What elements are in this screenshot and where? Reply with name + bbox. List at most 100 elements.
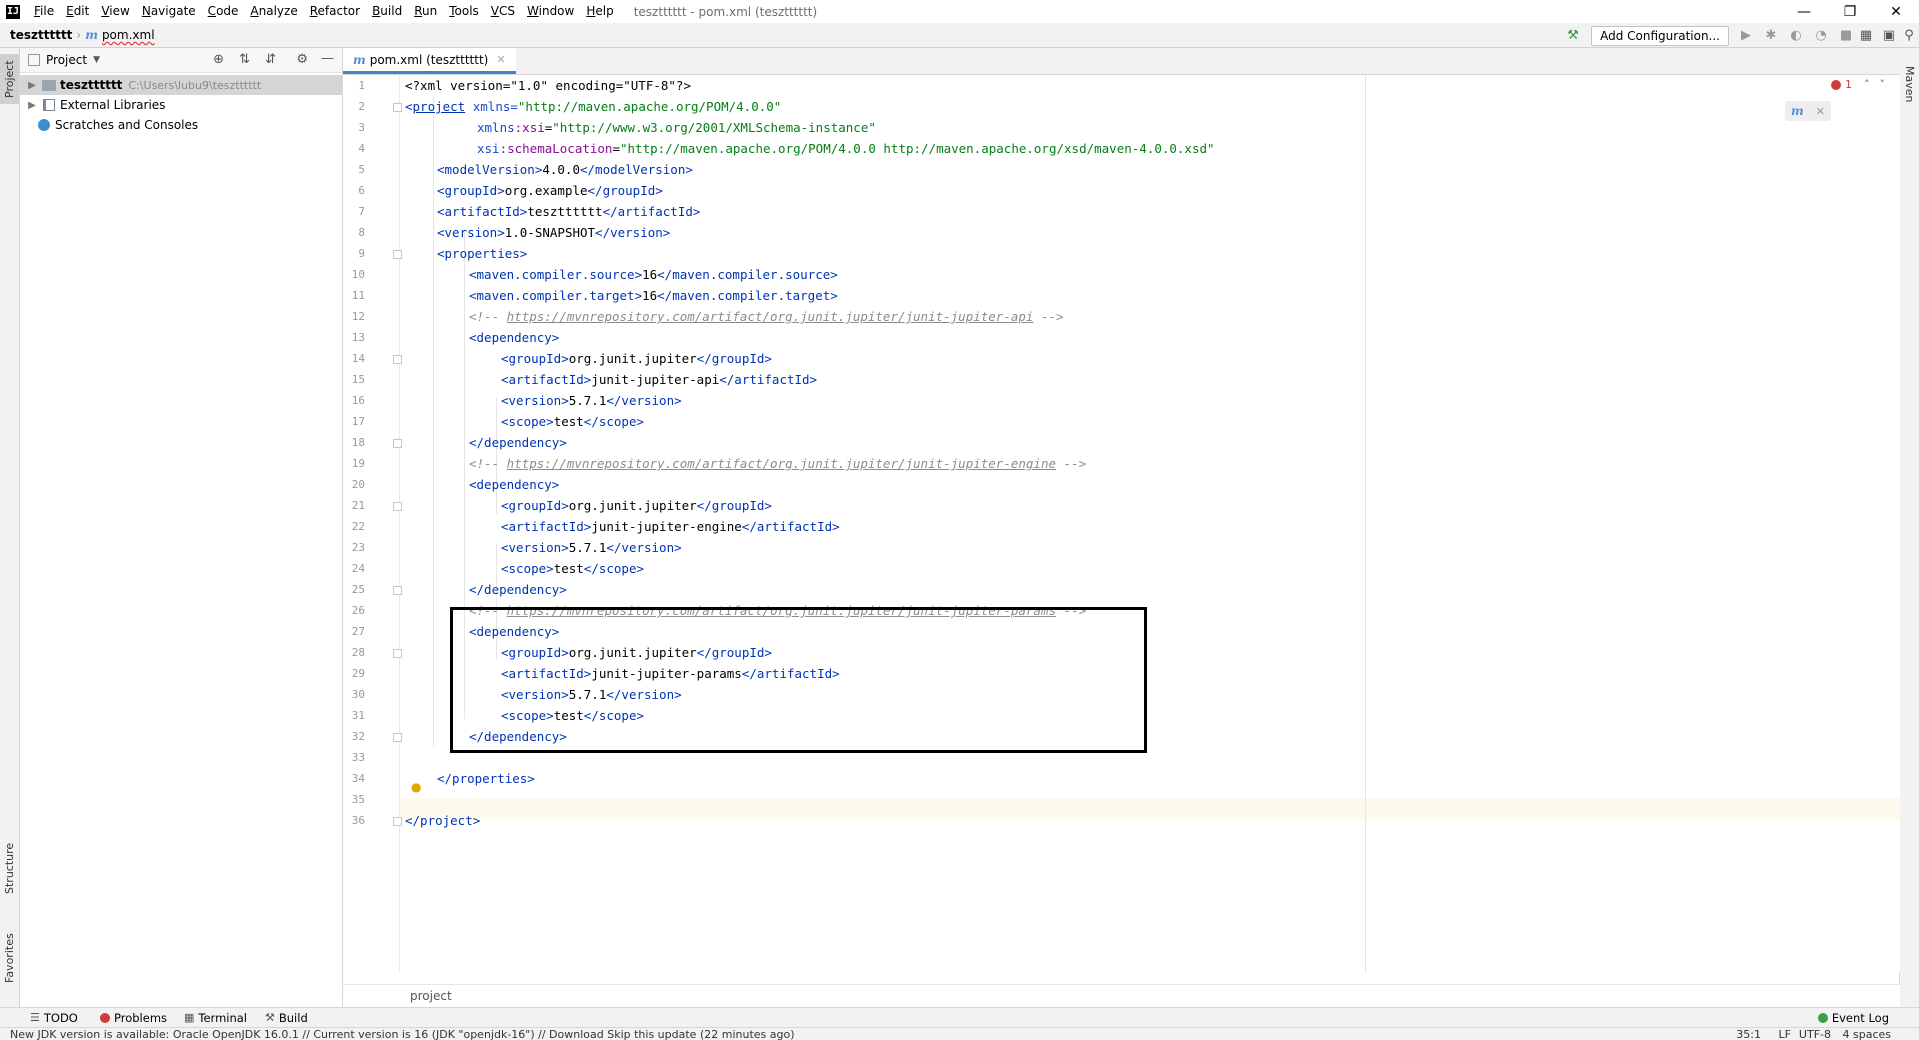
line-number: 11 bbox=[351, 289, 365, 302]
breadcrumb-project-tag[interactable]: project bbox=[410, 989, 452, 1003]
build-hammer-icon[interactable]: ⚒ bbox=[1565, 27, 1581, 43]
layout-icon[interactable]: ▣ bbox=[1881, 27, 1897, 43]
menu-window[interactable]: Window bbox=[521, 0, 580, 23]
fold-marker-icon[interactable] bbox=[393, 502, 402, 511]
tab-build[interactable]: ⚒ Build bbox=[265, 1008, 308, 1028]
inspection-widget[interactable]: 1 ˄ ˅ bbox=[1831, 78, 1885, 91]
line-number: 29 bbox=[351, 667, 365, 680]
maven-tool-tab[interactable]: Maven bbox=[1900, 54, 1919, 114]
coverage-icon[interactable]: ◐ bbox=[1788, 27, 1804, 43]
add-configuration-button[interactable]: Add Configuration... bbox=[1591, 26, 1729, 46]
debug-icon[interactable]: ✱ bbox=[1763, 27, 1779, 43]
line-number: 12 bbox=[351, 310, 365, 323]
current-line-highlight bbox=[343, 798, 1900, 819]
chevron-right-icon[interactable]: ▶ bbox=[26, 80, 38, 91]
close-window-button[interactable]: ✕ bbox=[1873, 0, 1919, 23]
run-icon[interactable]: ▶ bbox=[1738, 27, 1754, 43]
tab-todo[interactable]: ☰ TODO bbox=[30, 1008, 78, 1028]
menu-tools[interactable]: Tools bbox=[443, 0, 485, 23]
window-title: tesztttttt - pom.xml (tesztttttt) bbox=[633, 4, 818, 19]
tab-label: Problems bbox=[114, 1011, 168, 1025]
chevron-down-icon[interactable]: ˅ bbox=[1880, 78, 1886, 91]
stop-icon[interactable]: ■ bbox=[1838, 27, 1854, 43]
line-number: 23 bbox=[351, 541, 365, 554]
error-icon bbox=[100, 1013, 110, 1023]
close-icon[interactable]: ✕ bbox=[496, 53, 505, 66]
menu-refactor[interactable]: Refactor bbox=[304, 0, 366, 23]
lightbulb-icon[interactable]: ● bbox=[411, 780, 421, 794]
line-number: 36 bbox=[351, 814, 365, 827]
collapse-all-icon[interactable]: ⇵ bbox=[265, 52, 276, 67]
menu-navigate[interactable]: Navigate bbox=[136, 0, 202, 23]
event-log-label: Event Log bbox=[1831, 1011, 1889, 1025]
fold-marker-icon[interactable] bbox=[393, 817, 402, 826]
menu-build[interactable]: Build bbox=[366, 0, 408, 23]
menu-file[interactable]: File bbox=[28, 0, 60, 23]
code-editor[interactable]: 1 2 3 4 5 6 7 8 9 10 11 12 13 14 15 16 1… bbox=[343, 75, 1900, 973]
file-encoding[interactable]: UTF-8 bbox=[1799, 1028, 1831, 1040]
tree-item-external-libraries[interactable]: ▶ External Libraries bbox=[20, 95, 342, 115]
fold-marker-icon[interactable] bbox=[393, 733, 402, 742]
profile-icon[interactable]: ◔ bbox=[1813, 27, 1829, 43]
maven-reload-icon[interactable]: m bbox=[1791, 104, 1804, 118]
folder-icon bbox=[42, 79, 56, 91]
menu-edit[interactable]: Edit bbox=[60, 0, 95, 23]
line-number: 5 bbox=[358, 163, 365, 176]
expand-all-icon[interactable]: ⇅ bbox=[239, 52, 250, 67]
breadcrumb-project[interactable]: tesztttttt bbox=[10, 28, 72, 42]
fold-marker-icon[interactable] bbox=[393, 355, 402, 364]
search-icon[interactable]: ⚲ bbox=[1901, 27, 1917, 43]
code-line: <artifactId>junit-jupiter-engine</artifa… bbox=[501, 519, 840, 534]
code-line: </project> bbox=[405, 813, 481, 828]
line-number: 10 bbox=[351, 268, 365, 281]
close-icon[interactable]: ✕ bbox=[1816, 105, 1825, 118]
structure-tool-tab[interactable]: Structure bbox=[0, 838, 19, 898]
minimize-button[interactable]: — bbox=[1781, 0, 1827, 23]
caret-position[interactable]: 35:1 bbox=[1736, 1028, 1761, 1040]
project-tool-tab[interactable]: Project bbox=[0, 54, 19, 104]
line-number: 8 bbox=[358, 226, 365, 239]
comment-link[interactable]: https://mvnrepository.com/artifact/org.j… bbox=[507, 456, 1056, 471]
menu-analyze[interactable]: Analyze bbox=[244, 0, 303, 23]
menu-view[interactable]: View bbox=[95, 0, 135, 23]
menu-run[interactable]: Run bbox=[408, 0, 443, 23]
fold-marker-icon[interactable] bbox=[393, 586, 402, 595]
hide-panel-icon[interactable]: — bbox=[321, 51, 334, 66]
locate-file-icon[interactable]: ⊕ bbox=[213, 52, 224, 67]
right-margin-guide bbox=[1365, 75, 1366, 973]
tab-problems[interactable]: Problems bbox=[100, 1008, 167, 1028]
restore-button[interactable]: ❐ bbox=[1827, 0, 1873, 23]
menu-code[interactable]: Code bbox=[202, 0, 245, 23]
favorites-tool-tab[interactable]: Favorites bbox=[0, 928, 19, 988]
project-view-icon bbox=[28, 54, 40, 66]
chevron-right-icon[interactable]: ▶ bbox=[26, 100, 38, 111]
menu-vcs[interactable]: VCS bbox=[485, 0, 521, 23]
breadcrumb-file[interactable]: pom.xml bbox=[102, 28, 155, 42]
project-structure-icon[interactable]: ▦ bbox=[1858, 27, 1874, 43]
status-message[interactable]: New JDK version is available: Oracle Ope… bbox=[10, 1028, 795, 1040]
event-log-button[interactable]: Event Log bbox=[1817, 1008, 1889, 1028]
gear-icon[interactable]: ⚙ bbox=[296, 52, 308, 67]
code-line: <artifactId>tesztttttt</artifactId> bbox=[437, 204, 701, 219]
project-panel: Project ▼ ⊕ ⇅ ⇵ ⚙ — ▶ tesztttttt C:\User… bbox=[20, 48, 343, 1018]
fold-marker-icon[interactable] bbox=[393, 250, 402, 259]
tab-terminal[interactable]: ▦ Terminal bbox=[184, 1008, 247, 1028]
fold-marker-icon[interactable] bbox=[393, 439, 402, 448]
line-separator[interactable]: LF bbox=[1779, 1028, 1791, 1040]
editor-tab-pom[interactable]: m pom.xml (tesztttttt) ✕ bbox=[343, 48, 516, 74]
tree-item-project-root[interactable]: ▶ tesztttttt C:\Users\lubu9\tesztttttt bbox=[20, 75, 342, 95]
chevron-up-icon[interactable]: ˄ bbox=[1864, 78, 1870, 91]
fold-marker-icon[interactable] bbox=[393, 103, 402, 112]
code-line: <groupId>org.example</groupId> bbox=[437, 183, 663, 198]
code-line: <modelVersion>4.0.0</modelVersion> bbox=[437, 162, 693, 177]
project-view-selector[interactable]: Project bbox=[46, 53, 87, 67]
tree-item-label: External Libraries bbox=[60, 98, 166, 112]
fold-marker-icon[interactable] bbox=[393, 649, 402, 658]
code-line: <version>5.7.1</version> bbox=[501, 393, 682, 408]
tree-item-scratches[interactable]: Scratches and Consoles bbox=[20, 115, 342, 135]
error-count: 1 bbox=[1845, 78, 1852, 91]
chevron-down-icon[interactable]: ▼ bbox=[93, 55, 100, 65]
menu-help[interactable]: Help bbox=[580, 0, 619, 23]
comment-link[interactable]: https://mvnrepository.com/artifact/org.j… bbox=[507, 309, 1034, 324]
indent-setting[interactable]: 4 spaces bbox=[1843, 1028, 1892, 1040]
